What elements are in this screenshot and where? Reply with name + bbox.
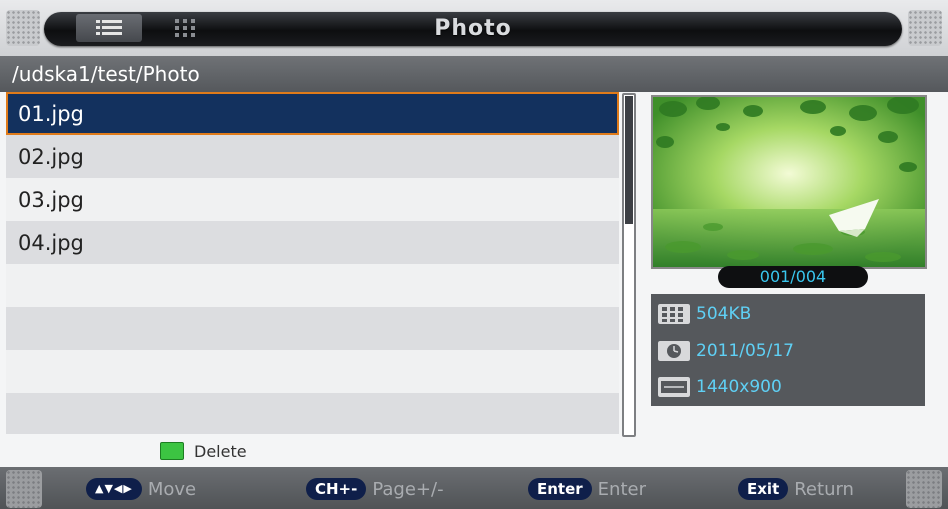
empty-row (6, 307, 619, 350)
photo-counter: 001/004 (718, 266, 868, 288)
empty-row (6, 264, 619, 307)
file-size: 504KB (696, 304, 752, 324)
help-action: Move (147, 478, 197, 500)
file-name: 02.jpg (18, 145, 84, 169)
file-name: 03.jpg (18, 188, 84, 212)
file-name: 01.jpg (18, 102, 84, 126)
help-action: Return (794, 478, 854, 500)
empty-row (6, 393, 619, 434)
window-title: Photo (434, 16, 512, 41)
breadcrumb: /udska1/test/Photo (12, 62, 200, 86)
file-resolution: 1440x900 (696, 377, 782, 397)
empty-row (6, 350, 619, 393)
list-item[interactable]: 04.jpg (6, 221, 619, 264)
enter-key-icon: Enter (528, 478, 592, 500)
file-list: 01.jpg 02.jpg 03.jpg 04.jpg (6, 92, 619, 434)
scrollbar-thumb[interactable] (625, 96, 633, 224)
arrow-keys-icon: ▲▼◀▶ (86, 478, 142, 500)
file-date: 2011/05/17 (696, 341, 794, 361)
delete-label: Delete (194, 441, 247, 461)
list-item-selected[interactable]: 01.jpg (6, 92, 619, 135)
delete-hint: Delete (160, 441, 247, 461)
photo-preview (651, 95, 927, 269)
speaker-grille-right-icon (906, 470, 942, 508)
file-name: 04.jpg (18, 231, 84, 255)
list-item[interactable]: 03.jpg (6, 178, 619, 221)
exit-key-icon: Exit (738, 478, 789, 500)
green-key-icon (160, 442, 184, 460)
speaker-grille-left-icon (6, 10, 40, 46)
resolution-icon (658, 377, 690, 397)
photo-thumbnail (653, 97, 925, 267)
info-size-row: 504KB (658, 301, 751, 327)
help-page: CH+- Page+/- (306, 478, 444, 500)
speaker-grille-left-icon (6, 470, 42, 508)
help-action: Page+/- (372, 478, 444, 500)
help-enter: Enter Enter (528, 478, 646, 500)
file-size-icon (658, 304, 690, 324)
info-resolution-row: 1440x900 (658, 374, 782, 400)
speaker-grille-right-icon (908, 10, 942, 46)
ch-key-icon: CH+- (306, 478, 367, 500)
info-date-row: 2011/05/17 (658, 338, 794, 364)
clock-icon (658, 341, 690, 361)
list-item[interactable]: 02.jpg (6, 135, 619, 178)
help-exit: Exit Return (738, 478, 854, 500)
help-action: Enter (597, 478, 646, 500)
help-move: ▲▼◀▶ Move (86, 478, 196, 500)
